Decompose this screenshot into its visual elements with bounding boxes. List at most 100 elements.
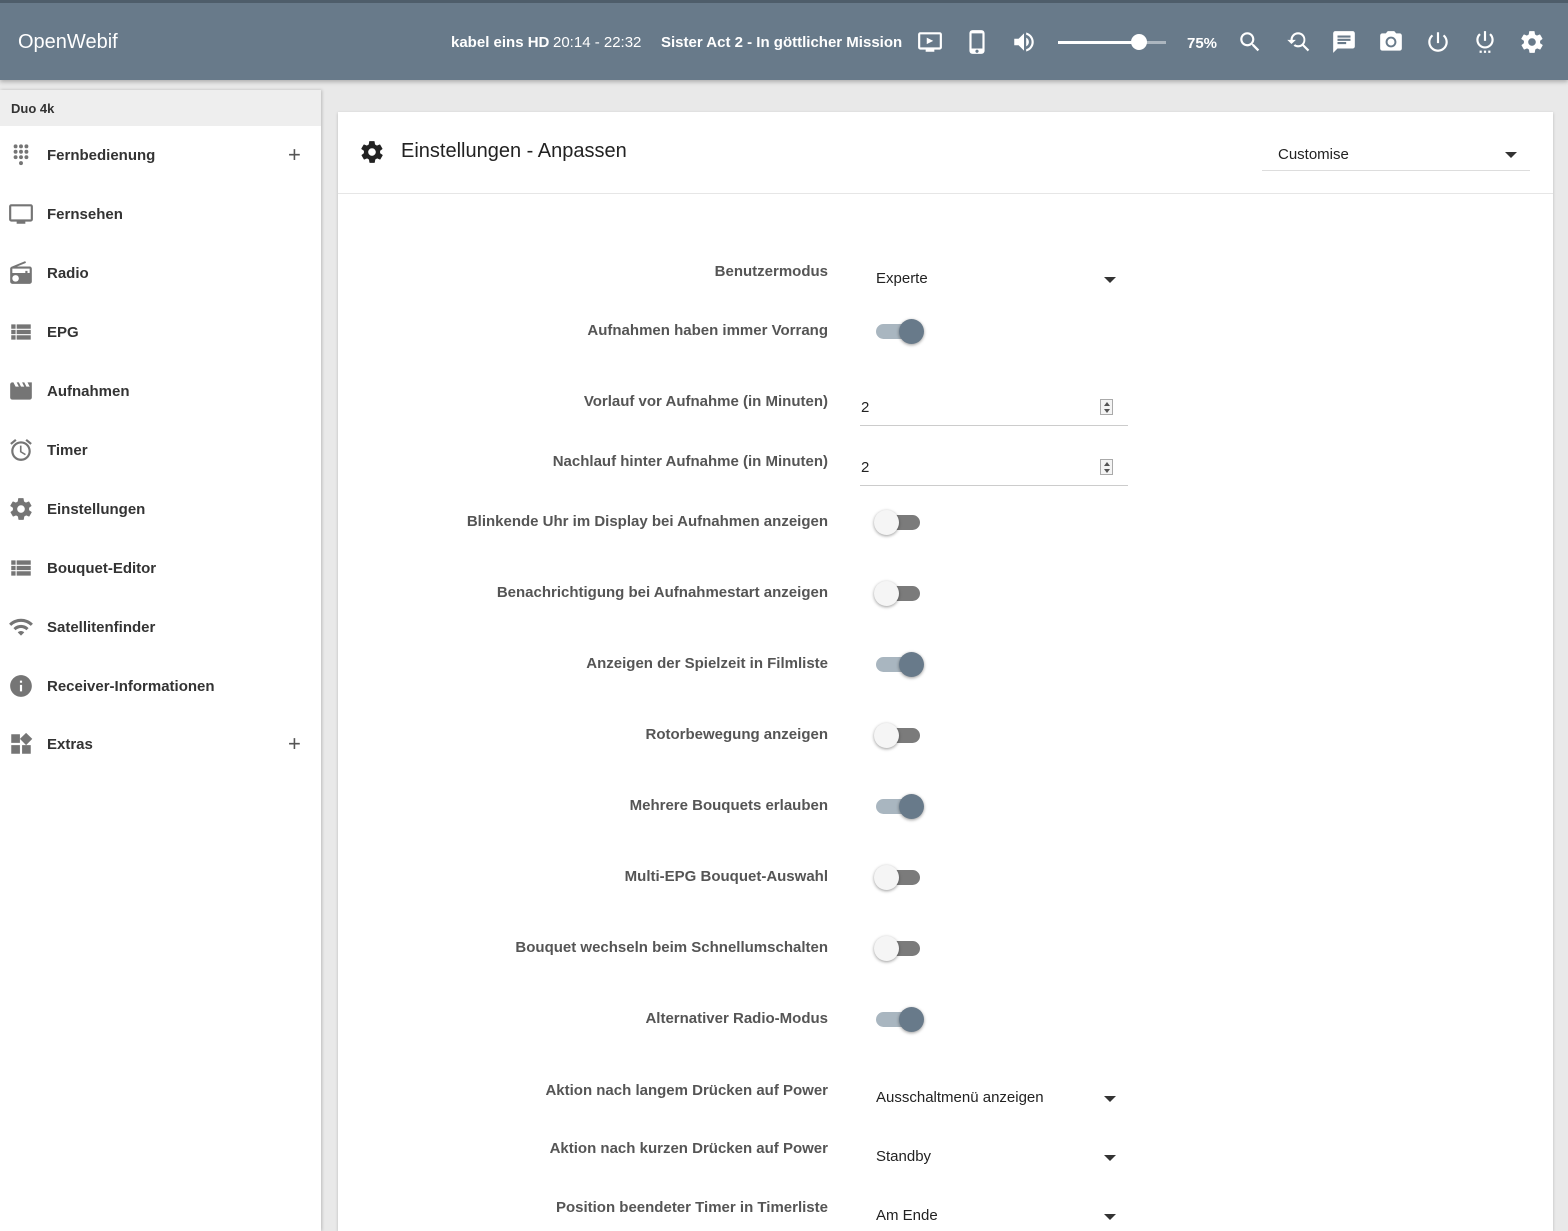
sidebar-item-receiver-informationen[interactable]: Receiver-Informationen [0, 666, 321, 706]
sidebar-item-einstellungen[interactable]: Einstellungen [0, 489, 321, 529]
screenshot-icon[interactable] [1376, 27, 1406, 57]
short-power-action-select[interactable]: Standby [860, 1142, 1128, 1172]
sidebar-item-label: Extras [47, 735, 93, 753]
setting-label: Aktion nach kurzen Drücken auf Power [549, 1140, 828, 1157]
sidebar-item-label: Einstellungen [47, 500, 146, 518]
search-icon[interactable] [1235, 27, 1265, 57]
sidebar-item-aufnahmen[interactable]: Aufnahmen [0, 371, 321, 411]
toggle-thumb [899, 1007, 924, 1032]
widgets-icon [8, 731, 34, 757]
multiple-bouquets-toggle[interactable] [874, 793, 930, 819]
input-value: 2 [861, 399, 870, 416]
card-header: Einstellungen - Anpassen Customise [338, 112, 1553, 194]
rotor-movement-toggle[interactable] [874, 722, 930, 748]
tv-icon [8, 201, 34, 227]
settings-card: Einstellungen - Anpassen Customise Benut… [338, 112, 1553, 1231]
section-select-value: Customise [1278, 146, 1349, 163]
expand-plus-icon[interactable]: + [288, 144, 301, 166]
number-spinner-icon[interactable] [1100, 399, 1113, 415]
toggle-thumb [874, 936, 899, 961]
sidebar-item-satellitenfinder[interactable]: Satellitenfinder [0, 607, 321, 647]
sidebar-item-label: Aufnahmen [47, 382, 130, 400]
alternative-radio-mode-toggle[interactable] [874, 1006, 930, 1032]
chevron-down-icon [1104, 1096, 1116, 1102]
chevron-down-icon [1104, 277, 1116, 283]
current-channel[interactable]: kabel eins HD [451, 34, 549, 51]
sidebar-item-label: Bouquet-Editor [47, 559, 157, 577]
sidebar-item-fernbedienung[interactable]: Fernbedienung + [0, 135, 321, 175]
setting-label: Blinkende Uhr im Display bei Aufnahmen a… [466, 513, 828, 530]
device-name: Duo 4k [0, 90, 321, 126]
volume-knob[interactable] [1131, 34, 1147, 50]
setting-label: Aufnahmen haben immer Vorrang [587, 322, 828, 339]
current-program[interactable]: Sister Act 2 - In göttlicher Mission [661, 34, 902, 51]
setting-label: Bouquet wechseln beim Schnellumschalten [515, 939, 828, 956]
sidebar-item-epg[interactable]: EPG [0, 312, 321, 352]
sidebar-item-radio[interactable]: Radio [0, 253, 321, 293]
finished-timer-position-select[interactable]: Am Ende [860, 1201, 1128, 1231]
list-icon [8, 555, 34, 581]
info-icon [8, 673, 34, 699]
alarm-icon [8, 437, 34, 463]
setting-label: Vorlauf vor Aufnahme (in Minuten) [583, 393, 828, 410]
toggle-thumb [874, 723, 899, 748]
tv-player-icon[interactable] [915, 27, 945, 57]
blinking-clock-toggle[interactable] [874, 509, 930, 535]
sidebar-item-label: Fernsehen [47, 205, 123, 223]
section-select[interactable]: Customise [1262, 136, 1530, 171]
sidebar-item-extras[interactable]: Extras + [0, 724, 321, 764]
power-menu-icon[interactable] [1470, 27, 1500, 57]
recordings-priority-toggle[interactable] [874, 318, 930, 344]
sidebar-item-label: Receiver-Informationen [47, 677, 215, 695]
post-record-minutes-input[interactable]: 2 [860, 446, 1128, 486]
volume-slider[interactable] [1058, 34, 1166, 50]
mobile-icon[interactable] [962, 27, 992, 57]
chevron-down-icon [1505, 152, 1517, 158]
select-value: Standby [876, 1148, 932, 1165]
sidebar-item-timer[interactable]: Timer [0, 430, 321, 470]
top-bar: OpenWebif kabel eins HD 20:14 - 22:32 Si… [0, 0, 1568, 80]
sidebar-item-label: Fernbedienung [47, 146, 156, 164]
setting-label: Multi-EPG Bouquet-Auswahl [624, 868, 828, 885]
sidebar: Duo 4k Fernbedienung + Fernsehen Radio E… [0, 90, 321, 1231]
movie-duration-toggle[interactable] [874, 651, 930, 677]
setting-label: Mehrere Bouquets erlauben [629, 797, 828, 814]
list-icon [8, 319, 34, 345]
setting-label: Alternativer Radio-Modus [645, 1010, 828, 1027]
volume-fill [1058, 41, 1139, 44]
select-value: Am Ende [876, 1207, 938, 1224]
page-title: Einstellungen - Anpassen [401, 140, 627, 162]
clapperboard-icon [8, 378, 34, 404]
pre-record-minutes-input[interactable]: 2 [860, 386, 1128, 426]
volume-label: 75% [1187, 35, 1218, 52]
select-value: Experte [876, 270, 928, 287]
expand-plus-icon[interactable]: + [288, 733, 301, 755]
setting-label: Rotorbewegung anzeigen [645, 726, 828, 743]
volume-icon[interactable] [1009, 27, 1039, 57]
message-icon[interactable] [1329, 27, 1359, 57]
toggle-thumb [874, 581, 899, 606]
number-spinner-icon[interactable] [1100, 459, 1113, 475]
toggle-thumb [899, 652, 924, 677]
power-icon[interactable] [1423, 27, 1453, 57]
setting-label: Anzeigen der Spielzeit in Filmliste [586, 655, 828, 672]
chevron-down-icon [1104, 1214, 1116, 1220]
sidebar-item-label: EPG [47, 323, 79, 341]
toggle-thumb [899, 794, 924, 819]
multi-epg-bouquet-toggle[interactable] [874, 864, 930, 890]
record-start-notification-toggle[interactable] [874, 580, 930, 606]
wifi-icon [8, 614, 34, 640]
remote-dots-icon [8, 142, 34, 168]
gear-icon [8, 496, 34, 522]
zoom-epg-icon[interactable] [1282, 27, 1312, 57]
sidebar-item-label: Satellitenfinder [47, 618, 156, 636]
long-power-action-select[interactable]: Ausschaltmenü anzeigen [860, 1083, 1128, 1113]
user-mode-select[interactable]: Experte [860, 264, 1128, 294]
gear-icon [359, 139, 385, 165]
sidebar-item-bouquet-editor[interactable]: Bouquet-Editor [0, 548, 321, 588]
sidebar-item-fernsehen[interactable]: Fernsehen [0, 194, 321, 234]
settings-icon[interactable] [1517, 27, 1547, 57]
setting-label: Benutzermodus [714, 263, 828, 280]
app-title[interactable]: OpenWebif [18, 31, 118, 54]
bouquet-quick-zap-toggle[interactable] [874, 935, 930, 961]
